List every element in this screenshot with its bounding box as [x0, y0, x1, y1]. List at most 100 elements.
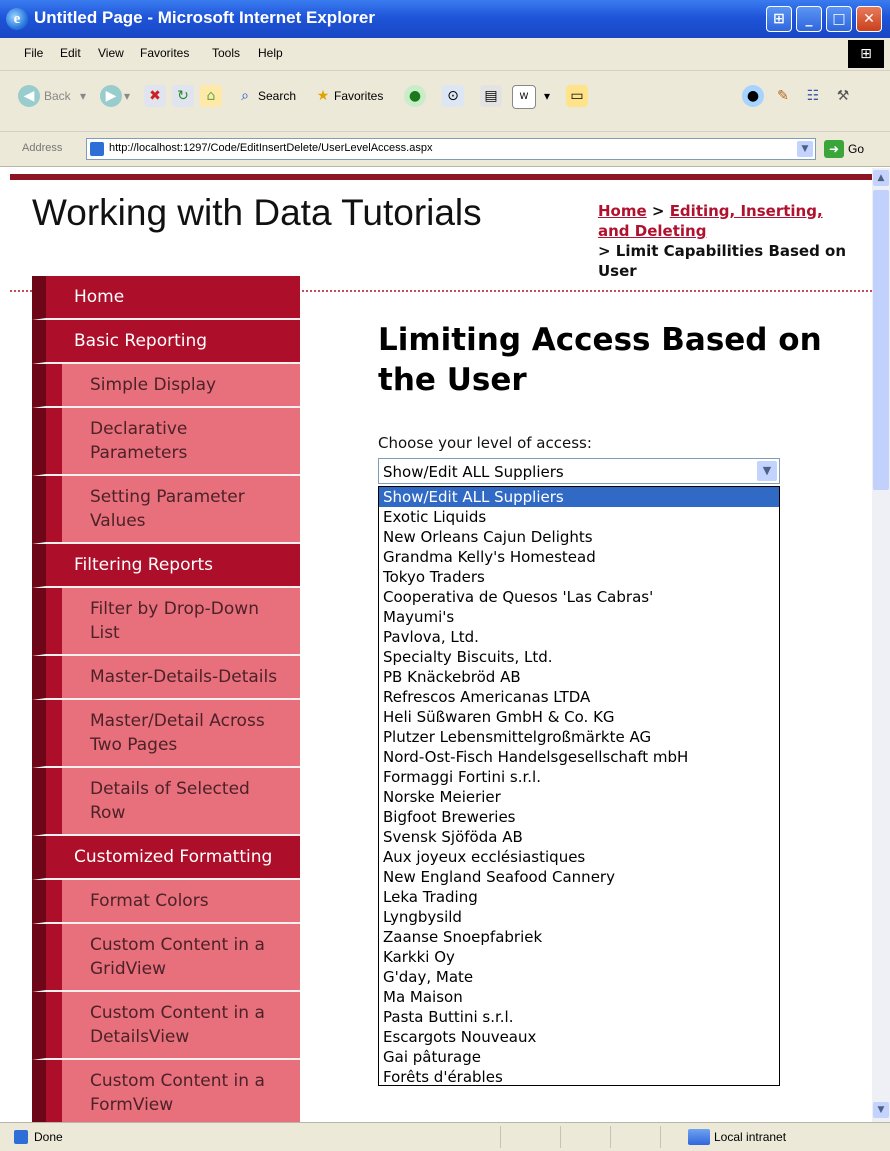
sidebar-item-custom-content-in-a-detailsview[interactable]: Custom Content in a DetailsView	[32, 992, 300, 1060]
dropdown-option[interactable]: PB Knäckebröd AB	[379, 667, 779, 687]
dropdown-option[interactable]: Heli Süßwaren GmbH & Co. KG	[379, 707, 779, 727]
sidebar-item-details-of-selected-row[interactable]: Details of Selected Row	[32, 768, 300, 836]
research-icon[interactable]: ✎	[772, 85, 794, 107]
forward-icon[interactable]: ▶	[100, 85, 122, 107]
status-text: Done	[34, 1130, 63, 1144]
restore-icon[interactable]: ⊞	[766, 6, 792, 32]
dropdown-option[interactable]: Grandma Kelly's Homestead	[379, 547, 779, 567]
dropdown-option[interactable]: Gai pâturage	[379, 1047, 779, 1067]
page-done-icon	[14, 1130, 28, 1144]
media-icon[interactable]: ●	[404, 85, 426, 107]
forward-dropdown-icon[interactable]: ▾	[124, 89, 130, 103]
favorites-star-icon[interactable]: ★	[312, 85, 334, 107]
address-input[interactable]: http://localhost:1297/Code/EditInsertDel…	[86, 138, 816, 160]
refresh-icon[interactable]: ↻	[172, 85, 194, 107]
chevron-down-icon[interactable]: ▼	[757, 461, 777, 481]
stop-icon[interactable]: ✖	[144, 85, 166, 107]
dropdown-option[interactable]: New Orleans Cajun Delights	[379, 527, 779, 547]
scroll-thumb[interactable]	[873, 190, 889, 490]
edit-dropdown-icon[interactable]: ▾	[544, 89, 550, 103]
dropdown-option[interactable]: Refrescos Americanas LTDA	[379, 687, 779, 707]
menu-favorites[interactable]: Favorites	[140, 46, 189, 60]
dropdown-option[interactable]: Escargots Nouveaux	[379, 1027, 779, 1047]
search-icon[interactable]: ⌕	[234, 85, 256, 107]
security-zone-label: Local intranet	[714, 1130, 787, 1144]
menu-view[interactable]: View	[98, 46, 124, 60]
scroll-up-icon[interactable]: ▲	[873, 170, 889, 186]
discuss-icon[interactable]: ☷	[802, 85, 824, 107]
dropdown-option[interactable]: Ma Maison	[379, 987, 779, 1007]
dropdown-option[interactable]: Zaanse Snoepfabriek	[379, 927, 779, 947]
sidebar-item-simple-display[interactable]: Simple Display	[32, 364, 300, 408]
dropdown-option[interactable]: Svensk Sjöföda AB	[379, 827, 779, 847]
breadcrumb-home-link[interactable]: Home	[598, 202, 647, 220]
breadcrumb-current: > Limit Capabilities Based on User	[598, 242, 847, 280]
dropdown-option[interactable]: Show/Edit ALL Suppliers	[379, 487, 779, 507]
dropdown-option[interactable]: Aux joyeux ecclésiastiques	[379, 847, 779, 867]
dropdown-option[interactable]: Bigfoot Breweries	[379, 807, 779, 827]
dropdown-option[interactable]: Pavlova, Ltd.	[379, 627, 779, 647]
dropdown-option[interactable]: Karkki Oy	[379, 947, 779, 967]
back-icon[interactable]: ◀	[18, 85, 40, 107]
go-button[interactable]: Go	[848, 142, 864, 156]
menu-tools[interactable]: Tools	[212, 46, 240, 60]
standard-toolbar: ◀ Back ▾ ▶ ▾ ✖ ↻ ⌂ ⌕ Search ★ Favorites …	[0, 71, 890, 132]
edit-word-icon[interactable]: W	[512, 85, 536, 109]
vertical-scrollbar[interactable]: ▲ ▼	[872, 168, 890, 1122]
dropdown-option[interactable]: Tokyo Traders	[379, 567, 779, 587]
dropdown-option[interactable]: Leka Trading	[379, 887, 779, 907]
search-button-label[interactable]: Search	[258, 89, 296, 103]
dropdown-option[interactable]: Mayumi's	[379, 607, 779, 627]
address-dropdown-icon[interactable]: ▼	[797, 141, 813, 157]
sidebar-item-filter-by-drop-down-list[interactable]: Filter by Drop-Down List	[32, 588, 300, 656]
maximize-icon[interactable]: □	[826, 6, 852, 32]
sidebar-item-declarative-parameters[interactable]: Declarative Parameters	[32, 408, 300, 476]
go-arrow-icon[interactable]: ➜	[824, 140, 844, 158]
back-button-label[interactable]: Back	[44, 89, 71, 103]
dropdown-option[interactable]: New England Seafood Cannery	[379, 867, 779, 887]
scroll-down-icon[interactable]: ▼	[873, 1102, 889, 1118]
address-url[interactable]: http://localhost:1297/Code/EditInsertDel…	[109, 142, 432, 154]
history-icon[interactable]: ⊙	[442, 85, 464, 107]
dropdown-option[interactable]: Nord-Ost-Fisch Handelsgesellschaft mbH	[379, 747, 779, 767]
menu-file[interactable]: File	[24, 46, 43, 60]
sidebar-item-customized-formatting[interactable]: Customized Formatting	[32, 836, 300, 880]
sidebar-item-master-detail-across-two-pages[interactable]: Master/Detail Across Two Pages	[32, 700, 300, 768]
page-icon	[90, 142, 104, 156]
page-heading: Limiting Access Based on the User	[378, 322, 822, 398]
sidebar-item-custom-content-in-a-formview[interactable]: Custom Content in a FormView	[32, 1060, 300, 1122]
back-dropdown-icon[interactable]: ▾	[80, 89, 86, 103]
address-bar: Address http://localhost:1297/Code/EditI…	[0, 132, 890, 167]
dropdown-option[interactable]: G'day, Mate	[379, 967, 779, 987]
favorites-button-label[interactable]: Favorites	[334, 89, 383, 103]
dropdown-option[interactable]: Forêts d'érables	[379, 1067, 779, 1087]
home-icon[interactable]: ⌂	[200, 85, 222, 107]
sidebar-item-basic-reporting[interactable]: Basic Reporting	[32, 320, 300, 364]
menu-help[interactable]: Help	[258, 46, 283, 60]
dropdown-option[interactable]: Lyngbysild	[379, 907, 779, 927]
sidebar-item-filtering-reports[interactable]: Filtering Reports	[32, 544, 300, 588]
breadcrumb-separator: >	[646, 202, 670, 220]
close-icon[interactable]: ✕	[856, 6, 882, 32]
sidebar-item-home[interactable]: Home	[32, 276, 300, 320]
minimize-icon[interactable]: _	[796, 6, 822, 32]
dropdown-option[interactable]: Formaggi Fortini s.r.l.	[379, 767, 779, 787]
sidebar-item-setting-parameter-values[interactable]: Setting Parameter Values	[32, 476, 300, 544]
dropdown-option[interactable]: Pasta Buttini s.r.l.	[379, 1007, 779, 1027]
sidebar-item-custom-content-in-a-gridview[interactable]: Custom Content in a GridView	[32, 924, 300, 992]
tools-icon[interactable]: ⚒	[832, 85, 854, 107]
dropdown-option[interactable]: Specialty Biscuits, Ltd.	[379, 647, 779, 667]
folder-icon[interactable]: ▭	[566, 85, 588, 107]
dropdown-option[interactable]: Exotic Liquids	[379, 507, 779, 527]
dropdown-option[interactable]: Norske Meierier	[379, 787, 779, 807]
menu-edit[interactable]: Edit	[60, 46, 81, 60]
print-icon[interactable]: ▤	[480, 85, 502, 107]
access-level-selected-value[interactable]: Show/Edit ALL Suppliers	[383, 463, 564, 481]
sidebar-item-master-details-details[interactable]: Master-Details-Details	[32, 656, 300, 700]
access-level-select[interactable]: Show/Edit ALL Suppliers ▼	[378, 458, 780, 484]
messenger-icon[interactable]: ●	[742, 85, 764, 107]
dropdown-option[interactable]: Cooperativa de Quesos 'Las Cabras'	[379, 587, 779, 607]
access-level-options-list: Show/Edit ALL Suppliers Exotic Liquids New…	[378, 486, 780, 1086]
sidebar-item-format-colors[interactable]: Format Colors	[32, 880, 300, 924]
dropdown-option[interactable]: Plutzer Lebensmittelgroßmärkte AG	[379, 727, 779, 747]
